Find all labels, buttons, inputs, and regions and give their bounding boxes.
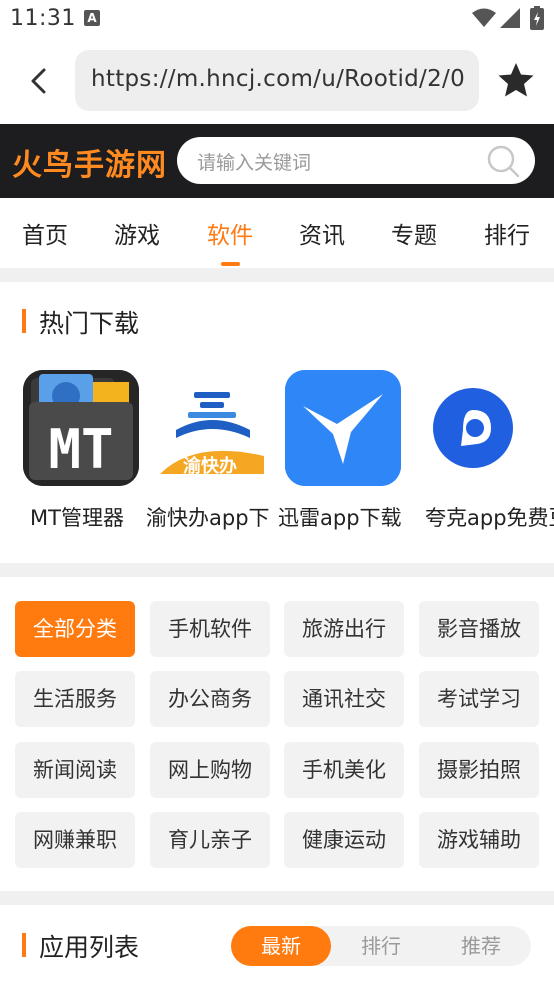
hot-downloads-title: 热门下载	[39, 309, 140, 338]
hot-apps-row: MT MT管理器 渝快办 渝快办app下 迅雷app下载 夸克app免费	[0, 370, 554, 540]
battery-icon	[530, 6, 544, 30]
browser-url-bar: https://m.hncj.com/u/Rootid/2/0	[0, 38, 554, 124]
category-item[interactable]: 游戏辅助	[419, 812, 539, 868]
category-all[interactable]: 全部分类	[15, 601, 135, 657]
category-item[interactable]: 影音播放	[419, 601, 539, 657]
app-item-mt[interactable]: MT MT管理器	[23, 370, 153, 540]
category-item[interactable]: 旅游出行	[284, 601, 404, 657]
quark-icon	[417, 370, 533, 486]
nav-software[interactable]: 软件	[207, 216, 253, 250]
category-item[interactable]: 摄影拍照	[419, 742, 539, 798]
category-item[interactable]: 考试学习	[419, 671, 539, 727]
app-name: 迅雷app下载	[278, 506, 402, 530]
category-item[interactable]: 育儿亲子	[150, 812, 270, 868]
search-icon[interactable]	[485, 143, 521, 179]
nav-home[interactable]: 首页	[22, 216, 68, 250]
back-arrow-icon[interactable]	[22, 64, 56, 98]
app-name: MT管理器	[30, 506, 124, 530]
status-bar: 11:31 A	[0, 0, 554, 38]
app-name: 渝快办app下	[146, 506, 270, 530]
notification-icon: A	[84, 10, 100, 26]
search-input[interactable]: 请输入关键词	[177, 137, 535, 184]
app-item-xunlei[interactable]: 迅雷app下载	[278, 370, 415, 540]
section-accent-bar	[22, 309, 26, 333]
status-time: 11:31	[10, 6, 76, 31]
nav-active-indicator	[221, 262, 240, 266]
category-item[interactable]: 通讯社交	[284, 671, 404, 727]
nav-games[interactable]: 游戏	[114, 216, 160, 250]
xunlei-icon	[285, 370, 401, 486]
category-item[interactable]: 网上购物	[150, 742, 270, 798]
category-item[interactable]: 手机软件	[150, 601, 270, 657]
tab-recommended[interactable]: 推荐	[431, 926, 531, 966]
wifi-icon	[472, 8, 496, 27]
app-item-quark[interactable]: 夸克app免费豆	[417, 370, 554, 540]
nav-ranking[interactable]: 排行	[484, 216, 530, 250]
url-field[interactable]: https://m.hncj.com/u/Rootid/2/0	[75, 50, 479, 111]
section-accent-bar	[22, 933, 26, 957]
bookmark-star-icon[interactable]	[496, 60, 536, 100]
nav-news[interactable]: 资讯	[299, 216, 345, 250]
app-list-tabs: 最新 排行 推荐	[231, 926, 531, 966]
app-name: 夸克app免费豆	[425, 506, 554, 530]
yukuaiban-icon: 渝快办	[154, 370, 270, 486]
site-header: 火鸟手游网 请输入关键词	[0, 124, 554, 198]
section-divider	[0, 563, 554, 577]
tab-ranking[interactable]: 排行	[331, 926, 431, 966]
signal-icon	[500, 8, 520, 28]
nav-topics[interactable]: 专题	[391, 216, 437, 250]
category-item[interactable]: 手机美化	[284, 742, 404, 798]
tab-latest[interactable]: 最新	[231, 926, 331, 966]
section-divider	[0, 268, 554, 282]
section-divider	[0, 891, 554, 905]
category-item[interactable]: 健康运动	[284, 812, 404, 868]
svg-text:MT: MT	[48, 418, 113, 481]
yukuaiban-icon-label: 渝快办	[183, 455, 237, 477]
category-item[interactable]: 办公商务	[150, 671, 270, 727]
app-list-title: 应用列表	[39, 933, 140, 962]
category-grid: 全部分类 手机软件 旅游出行 影音播放 生活服务 办公商务 通讯社交 考试学习 …	[0, 578, 554, 890]
category-item[interactable]: 新闻阅读	[15, 742, 135, 798]
url-text: https://m.hncj.com/u/Rootid/2/0	[91, 66, 466, 92]
search-placeholder: 请输入关键词	[197, 152, 312, 174]
main-nav: 首页 游戏 软件 资讯 专题 排行	[0, 198, 554, 268]
app-item-yukuaiban[interactable]: 渝快办 渝快办app下	[146, 370, 284, 540]
category-item[interactable]: 网赚兼职	[15, 812, 135, 868]
category-item[interactable]: 生活服务	[15, 671, 135, 727]
mt-manager-icon: MT	[23, 370, 139, 486]
site-logo[interactable]: 火鸟手游网	[12, 140, 167, 184]
